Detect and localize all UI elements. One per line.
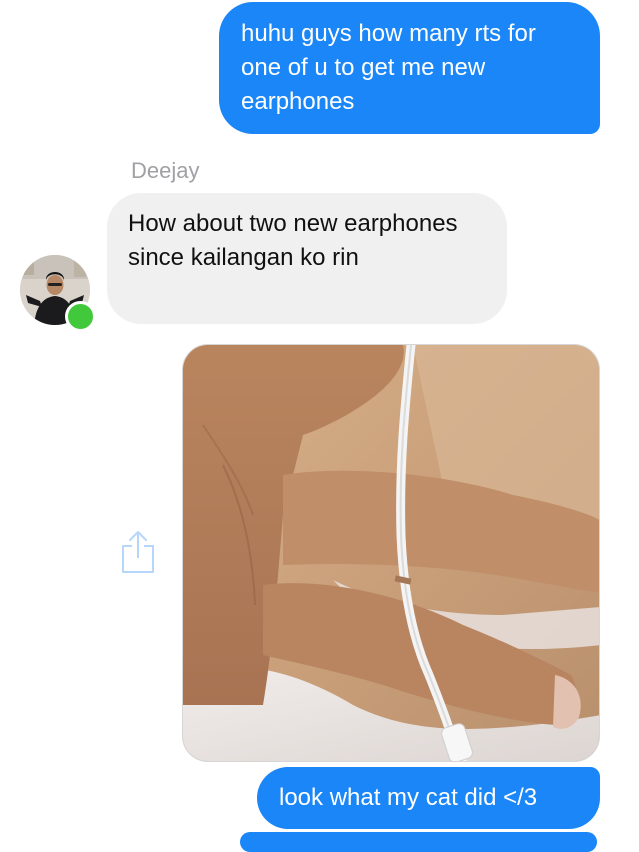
message-text: look what my cat did </3 — [279, 784, 538, 811]
photo-attachment[interactable] — [182, 344, 600, 762]
incoming-message-bubble[interactable]: How about two new earphones since kailan… — [107, 193, 507, 324]
outgoing-message-bubble[interactable]: look what my cat did </3 — [257, 767, 600, 829]
message-text: How about two new earphones since kailan… — [128, 210, 458, 271]
sender-name: Deejay — [131, 158, 200, 183]
outgoing-message-bubble-partial[interactable] — [240, 832, 597, 852]
photo-image — [183, 345, 599, 761]
outgoing-message-bubble[interactable]: huhu guys how many rts for one of u to g… — [219, 2, 600, 134]
message-text: huhu guys how many rts for one of u to g… — [241, 20, 536, 115]
online-status-indicator — [65, 301, 96, 332]
share-icon[interactable] — [118, 528, 158, 576]
